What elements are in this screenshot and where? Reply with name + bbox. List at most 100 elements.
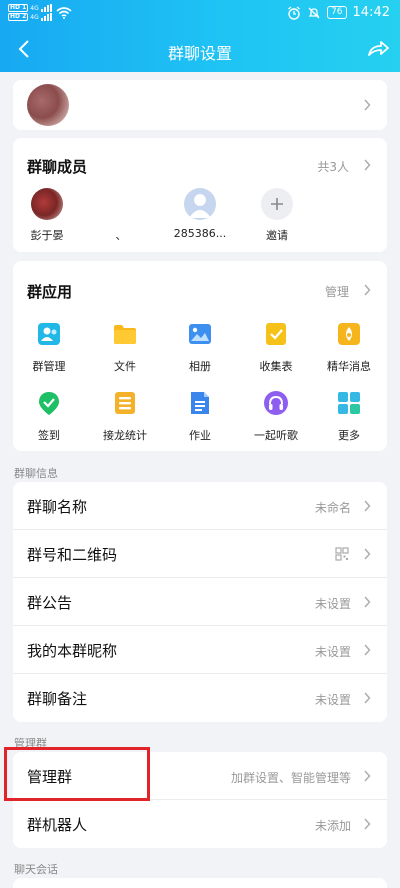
row-group-id-qr[interactable]: 群号和二维码 — [13, 530, 387, 578]
app-form[interactable]: 收集表 — [241, 321, 311, 374]
row-label: 群机器人 — [27, 816, 88, 834]
mute-bell-icon — [308, 7, 320, 18]
homework-icon — [191, 392, 209, 414]
members-count[interactable]: 共3人 — [317, 158, 349, 175]
row-label: 我的本群昵称 — [27, 642, 118, 660]
album-icon — [189, 324, 211, 344]
relay-icon — [115, 392, 135, 414]
group-profile-card[interactable] — [13, 80, 387, 130]
member-item[interactable]: 彭于晏 — [17, 188, 77, 243]
apps-manage-link[interactable]: 管理 — [325, 283, 349, 300]
row-label: 群号和二维码 — [27, 546, 118, 564]
chevron-right-icon — [364, 644, 371, 656]
section-chat-session: 聊天会话 — [14, 863, 58, 876]
chevron-right-icon — [364, 500, 371, 512]
member-item[interactable]: 285386... — [170, 188, 230, 240]
nav-bar: 群聊设置 — [0, 28, 400, 72]
row-value: 加群设置、智能管理等 — [230, 771, 351, 785]
qr-code-icon — [335, 547, 349, 561]
row-value: 未设置 — [314, 597, 351, 611]
row-value: 未设置 — [314, 693, 351, 707]
wifi-icon — [56, 6, 72, 19]
app-files[interactable]: 文件 — [90, 321, 160, 374]
row-group-remark[interactable]: 群聊备注 未设置 — [13, 674, 387, 722]
share-icon[interactable] — [366, 38, 390, 60]
chevron-right-icon — [364, 770, 371, 782]
app-label: 精华消息 — [327, 360, 371, 373]
member-name: 、 — [115, 229, 127, 242]
chevron-right-icon — [364, 596, 371, 608]
row-value: 未添加 — [314, 819, 351, 833]
row-announcement[interactable]: 群公告 未设置 — [13, 578, 387, 626]
section-group-info: 群聊信息 — [14, 467, 58, 480]
app-relay[interactable]: 接龙统计 — [90, 390, 160, 443]
invite-label: 邀请 — [266, 229, 288, 242]
page-title: 群聊设置 — [167, 44, 232, 63]
sim2-label: HD 2 — [8, 13, 29, 21]
app-label: 作业 — [189, 429, 211, 442]
highlight-box — [4, 747, 150, 801]
row-value: 未命名 — [314, 501, 351, 515]
app-label: 收集表 — [259, 360, 293, 373]
app-label: 群管理 — [32, 360, 66, 373]
member-name: 285386... — [173, 227, 227, 240]
app-label: 签到 — [38, 429, 60, 442]
member-avatar — [31, 188, 63, 220]
app-more[interactable]: 更多 — [314, 390, 384, 443]
chevron-right-icon — [364, 284, 371, 296]
members-card: 群聊成员 共3人 彭于晏 、 285386... 邀请 — [13, 138, 387, 252]
top-bar: HD 1 4G HD 2 4G 76 14:42 群聊设置 — [0, 0, 400, 72]
essence-icon — [338, 323, 360, 345]
checkin-icon — [39, 392, 59, 415]
battery-indicator: 76 — [327, 6, 347, 19]
alarm-icon — [288, 5, 300, 20]
invite-plus-icon — [261, 188, 293, 220]
group-info-card: 群聊名称 未命名 群号和二维码 群公告 未设置 我的本群昵称 未设置 群聊备注 … — [13, 482, 387, 722]
app-label: 文件 — [114, 360, 136, 373]
chevron-right-icon — [364, 99, 371, 111]
signal1-icon — [40, 4, 52, 12]
status-bar: HD 1 4G HD 2 4G 76 14:42 — [0, 0, 400, 28]
app-label: 一起听歌 — [254, 429, 298, 442]
member-name: 彭于晏 — [30, 229, 64, 242]
folder-icon — [114, 325, 136, 344]
chevron-right-icon — [364, 548, 371, 560]
app-homework[interactable]: 作业 — [165, 390, 235, 443]
chevron-right-icon — [364, 818, 371, 830]
form-icon — [266, 323, 286, 345]
clock: 14:42 — [352, 5, 390, 20]
group-avatar — [27, 84, 69, 126]
row-group-robot[interactable]: 群机器人 未添加 — [13, 800, 387, 848]
row-label: 群聊备注 — [27, 690, 88, 708]
group-manage-icon — [38, 323, 60, 345]
row-my-nickname[interactable]: 我的本群昵称 未设置 — [13, 626, 387, 674]
signal2-icon — [40, 13, 52, 21]
member-avatar — [105, 188, 137, 220]
app-music[interactable]: 一起听歌 — [241, 390, 311, 443]
net1-label: 4G — [30, 4, 39, 12]
chat-session-card — [13, 878, 387, 888]
more-icon — [338, 392, 360, 414]
app-checkin[interactable]: 签到 — [14, 390, 84, 443]
app-essence[interactable]: 精华消息 — [314, 321, 384, 374]
app-album[interactable]: 相册 — [165, 321, 235, 374]
member-item[interactable]: 、 — [91, 188, 151, 243]
invite-button[interactable]: 邀请 — [247, 188, 307, 243]
default-avatar-icon — [189, 194, 211, 218]
apps-title: 群应用 — [27, 283, 73, 301]
members-title: 群聊成员 — [27, 158, 88, 176]
group-apps-card: 群应用 管理 群管理 文件 相册 收集表 精华消息 签到 接龙统计 作业 一起听… — [13, 261, 387, 451]
member-avatar — [184, 188, 216, 220]
app-label: 接龙统计 — [103, 429, 147, 442]
chevron-right-icon — [364, 159, 371, 171]
sim1-label: HD 1 — [8, 4, 29, 12]
app-label: 更多 — [338, 429, 360, 442]
row-label: 群聊名称 — [27, 498, 88, 516]
row-group-name[interactable]: 群聊名称 未命名 — [13, 482, 387, 530]
app-group-manage[interactable]: 群管理 — [14, 321, 84, 374]
row-label: 群公告 — [27, 594, 73, 612]
app-label: 相册 — [189, 360, 211, 373]
net2-label: 4G — [30, 13, 39, 21]
music-icon — [264, 391, 288, 415]
sim-indicators: HD 1 4G HD 2 4G — [8, 4, 52, 21]
